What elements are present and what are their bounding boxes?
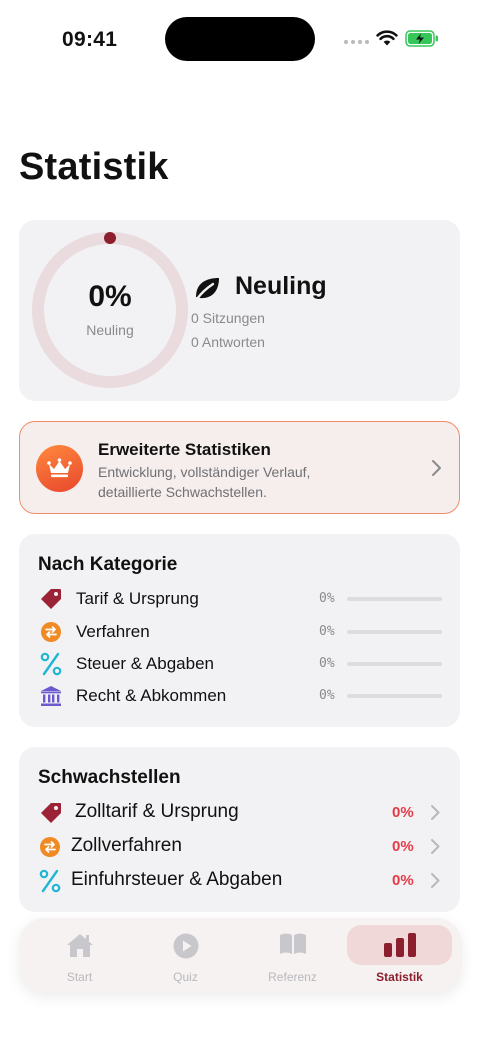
category-card: Nach Kategorie Tarif & Ursprung 0% Verfa… bbox=[19, 534, 460, 727]
weakness-row-zolltarif[interactable]: Zolltarif & Ursprung 0% bbox=[38, 799, 443, 827]
tab-bar: Start Quiz Referenz Statistik bbox=[19, 918, 462, 993]
tab-statistik[interactable]: Statistik bbox=[347, 918, 452, 993]
tab-label: Quiz bbox=[173, 970, 198, 984]
tab-label: Referenz bbox=[268, 970, 317, 984]
weakness-row-zollverfahren[interactable]: Zollverfahren 0% bbox=[38, 833, 443, 861]
chevron-right-icon bbox=[431, 873, 440, 888]
weakness-row-einfuhrsteuer[interactable]: Einfuhrsteuer & Abgaben 0% bbox=[38, 867, 443, 895]
battery-icon bbox=[405, 30, 438, 47]
chevron-right-icon bbox=[432, 460, 441, 476]
crown-badge bbox=[36, 445, 83, 492]
tab-quiz[interactable]: Quiz bbox=[133, 918, 238, 993]
category-row-verfahren: Verfahren 0% bbox=[38, 619, 443, 645]
wifi-icon bbox=[376, 30, 398, 46]
dynamic-island bbox=[165, 17, 315, 61]
tab-referenz[interactable]: Referenz bbox=[240, 918, 345, 993]
category-percent: 0% bbox=[319, 656, 335, 671]
weakness-percent: 0% bbox=[392, 838, 414, 855]
category-percent: 0% bbox=[319, 688, 335, 703]
category-progress-bar bbox=[347, 662, 442, 666]
weakness-card: Schwachstellen Zolltarif & Ursprung 0% Z… bbox=[19, 747, 460, 912]
weakness-label: Einfuhrsteuer & Abgaben bbox=[71, 869, 283, 890]
answers-count: 0 Antworten bbox=[191, 334, 265, 350]
category-row-recht: Recht & Abkommen 0% bbox=[38, 683, 443, 709]
category-label: Tarif & Ursprung bbox=[76, 589, 199, 608]
category-row-steuer: Steuer & Abgaben 0% bbox=[38, 651, 443, 677]
weakness-label: Zollverfahren bbox=[71, 835, 182, 856]
weakness-percent: 0% bbox=[392, 804, 414, 821]
tab-label: Start bbox=[66, 970, 93, 984]
category-progress-bar bbox=[347, 597, 442, 601]
tab-start[interactable]: Start bbox=[27, 918, 132, 993]
category-section-title: Nach Kategorie bbox=[38, 554, 178, 575]
swap-arrows-icon bbox=[37, 834, 63, 860]
book-icon bbox=[240, 932, 345, 960]
category-percent: 0% bbox=[319, 591, 335, 606]
category-progress-bar bbox=[347, 630, 442, 634]
percent-icon bbox=[37, 868, 63, 894]
progress-percent: 0% bbox=[88, 280, 132, 313]
courthouse-icon bbox=[38, 683, 64, 709]
advanced-statistics-card[interactable]: Erweiterte Statistiken Entwicklung, voll… bbox=[19, 421, 460, 514]
progress-card: 0% Neuling Neuling 0 Sitzungen 0 Antwort… bbox=[19, 220, 460, 401]
category-percent: 0% bbox=[319, 624, 335, 639]
weakness-label: Zolltarif & Ursprung bbox=[75, 801, 239, 822]
category-progress-bar bbox=[347, 694, 442, 698]
price-tag-icon bbox=[38, 586, 64, 612]
crown-icon bbox=[47, 458, 72, 478]
bar-chart-icon bbox=[347, 932, 452, 960]
category-label: Verfahren bbox=[76, 622, 150, 641]
tab-label: Statistik bbox=[376, 970, 423, 984]
premium-description: Entwicklung, vollständiger Verlauf, deta… bbox=[98, 464, 311, 500]
status-time: 09:41 bbox=[62, 28, 118, 51]
category-label: Steuer & Abgaben bbox=[76, 654, 215, 673]
price-tag-icon bbox=[38, 800, 64, 826]
play-circle-icon bbox=[133, 932, 238, 960]
weakness-percent: 0% bbox=[392, 872, 414, 889]
swap-arrows-icon bbox=[38, 619, 64, 645]
category-row-tarif: Tarif & Ursprung 0% bbox=[38, 586, 443, 612]
premium-title: Erweiterte Statistiken bbox=[98, 440, 271, 459]
page-title: Statistik bbox=[19, 146, 169, 188]
category-label: Recht & Abkommen bbox=[76, 686, 227, 705]
weakness-section-title: Schwachstellen bbox=[38, 767, 181, 788]
sessions-count: 0 Sitzungen bbox=[191, 310, 265, 326]
signal-icon bbox=[344, 40, 369, 44]
chevron-right-icon bbox=[431, 805, 440, 820]
progress-level-caption: Neuling bbox=[86, 322, 134, 338]
percent-icon bbox=[38, 651, 64, 677]
leaf-icon bbox=[195, 278, 219, 301]
chevron-right-icon bbox=[431, 839, 440, 854]
house-icon bbox=[27, 932, 132, 960]
status-bar: 09:41 bbox=[0, 0, 480, 80]
level-name: Neuling bbox=[235, 272, 327, 300]
